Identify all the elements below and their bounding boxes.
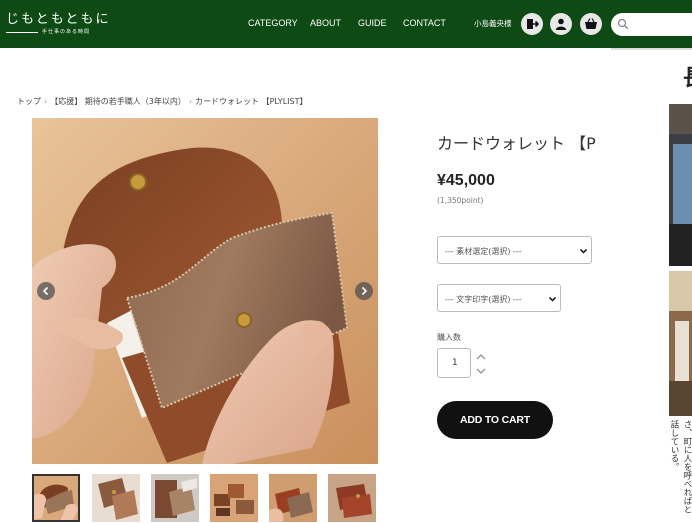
sidebar-text-col1: さ、町に人を呼べればと	[682, 420, 692, 514]
nav-guide[interactable]: GUIDE	[358, 18, 387, 28]
thumbnail-2[interactable]	[92, 474, 140, 522]
logo-title: じもともともに	[6, 12, 111, 27]
user-icon[interactable]	[550, 13, 572, 35]
breadcrumb-sep: ›	[188, 97, 193, 106]
product-main-image[interactable]	[32, 118, 378, 464]
product-points: (1,350point)	[437, 196, 484, 205]
thumbnail-3[interactable]	[151, 474, 199, 522]
quantity-input[interactable]: 1	[437, 348, 471, 378]
material-select[interactable]: --- 素材選定(選択) ---	[437, 236, 592, 264]
breadcrumb-current: カードウォレット 【PLYLIST】	[195, 97, 308, 106]
thumbnail-4[interactable]	[210, 474, 258, 522]
sidebar-image-2[interactable]	[669, 271, 692, 416]
thumbnail-1[interactable]	[32, 474, 80, 522]
nav-category[interactable]: CATEGORY	[248, 18, 298, 28]
site-logo[interactable]: じもともともに 手仕事のある時間	[6, 8, 126, 42]
sidebar-text-col2: 話している。	[669, 420, 679, 471]
thumbnail-5[interactable]	[269, 474, 317, 522]
product-price: ¥45,000	[437, 172, 495, 189]
prev-image-button[interactable]	[37, 282, 55, 300]
print-select[interactable]: --- 文字印字(選択) ---	[437, 284, 561, 312]
search-shadow	[611, 48, 692, 50]
breadcrumb-sep: ›	[44, 97, 48, 106]
material-select-value: --- 素材選定(選択) ---	[445, 247, 522, 256]
quantity-value: 1	[452, 358, 458, 368]
quantity-stepper[interactable]	[474, 350, 488, 378]
thumbnail-6[interactable]	[328, 474, 376, 522]
chevron-down-icon	[548, 296, 557, 302]
quantity-label: 購入数	[437, 333, 461, 342]
add-to-cart-button[interactable]: ADD TO CART	[437, 401, 553, 439]
stepper-icon	[476, 354, 486, 374]
cart-icon[interactable]	[580, 13, 602, 35]
product-title: カードウォレット 【P	[437, 134, 596, 153]
nav-contact[interactable]: CONTACT	[403, 18, 446, 28]
chevron-down-icon	[579, 248, 588, 254]
chevron-left-icon	[42, 286, 49, 296]
nav-about[interactable]: ABOUT	[310, 18, 341, 28]
logout-icon[interactable]	[521, 13, 543, 35]
chevron-right-icon	[361, 286, 368, 296]
logo-divider	[6, 32, 38, 33]
next-image-button[interactable]	[355, 282, 373, 300]
print-select-value: --- 文字印字(選択) ---	[445, 295, 522, 304]
site-header: じもともともに 手仕事のある時間 CATEGORY ABOUT GUIDE CO…	[0, 0, 692, 48]
sidebar-heading: 長	[683, 60, 692, 92]
logo-subtitle: 手仕事のある時間	[42, 29, 91, 35]
sidebar-image-1[interactable]	[669, 104, 692, 266]
search-input[interactable]	[611, 13, 692, 36]
search-icon	[617, 18, 629, 30]
breadcrumb-home[interactable]: トップ	[17, 97, 41, 106]
breadcrumb-category[interactable]: 【応援】 期待の若手職人（3年以内）	[50, 97, 186, 106]
user-name[interactable]: 小島義央様	[474, 18, 512, 29]
breadcrumb: トップ › 【応援】 期待の若手職人（3年以内） › カードウォレット 【PLYLIST…	[17, 96, 307, 107]
